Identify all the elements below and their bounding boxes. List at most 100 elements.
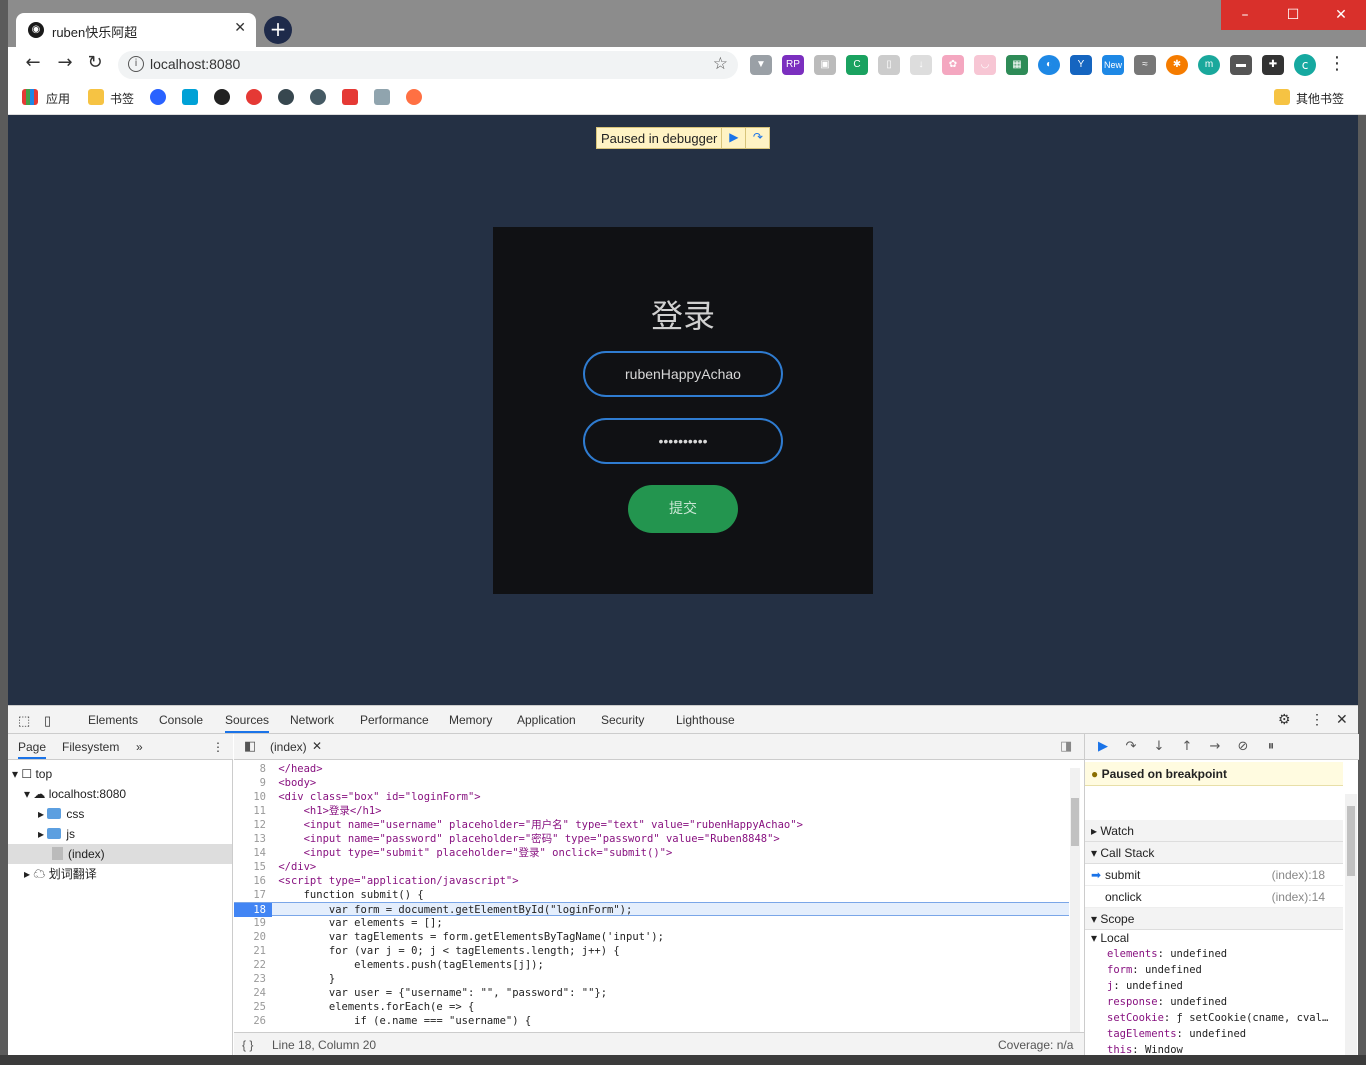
site-icon[interactable] xyxy=(374,89,390,105)
sidebar-scrollbar[interactable] xyxy=(1345,794,1357,1056)
puzzle-icon[interactable]: ✚ xyxy=(1262,55,1284,75)
extension-icon[interactable]: ▯ xyxy=(878,55,900,75)
bilibili-icon[interactable] xyxy=(182,89,198,105)
close-window-icon[interactable]: ✕ xyxy=(1317,0,1365,30)
line-number[interactable]: 20 xyxy=(234,930,272,944)
baidu-paw-icon[interactable] xyxy=(150,89,166,105)
scope-variable[interactable]: response: undefined xyxy=(1107,996,1227,1008)
code-line[interactable]: 22 elements.push(tagElements[j]); xyxy=(234,958,1069,972)
line-number[interactable]: 21 xyxy=(234,944,272,958)
tree-file-index[interactable]: (index) xyxy=(8,844,232,864)
minimize-icon[interactable]: – xyxy=(1221,0,1269,30)
line-number[interactable]: 22 xyxy=(234,958,272,972)
bookmark-folder[interactable]: 书签 xyxy=(110,90,134,107)
browser-menu-icon[interactable]: ⋮ xyxy=(1328,53,1346,74)
extension-icon[interactable]: ▦ xyxy=(1006,55,1028,75)
extension-icon[interactable]: ◡ xyxy=(974,55,996,75)
scrollbar-thumb[interactable] xyxy=(1071,798,1079,846)
code-line[interactable]: 14 <input type="submit" placeholder="登录"… xyxy=(234,846,1069,860)
code-line[interactable]: 24 var user = {"username": "", "password… xyxy=(234,986,1069,1000)
address-bar[interactable]: i localhost:8080 ☆ xyxy=(118,51,738,79)
browser-tab[interactable]: ◉ ruben快乐阿超 ✕ xyxy=(16,13,256,47)
more-tabs-icon[interactable]: » xyxy=(136,740,143,754)
extension-icon[interactable]: ✿ xyxy=(942,55,964,75)
bookmark-apps[interactable]: 应用 xyxy=(46,90,70,107)
line-number[interactable]: 12 xyxy=(234,818,272,832)
line-number[interactable]: 18 xyxy=(234,903,272,917)
new-tab-button[interactable]: + xyxy=(264,16,292,44)
line-number[interactable]: 23 xyxy=(234,972,272,986)
scope-variable[interactable]: j: undefined xyxy=(1107,980,1183,992)
line-number[interactable]: 11 xyxy=(234,804,272,818)
navigator-menu-icon[interactable]: ⋮ xyxy=(212,740,224,754)
tab-network[interactable]: Network xyxy=(290,713,334,727)
tab-page[interactable]: Page xyxy=(18,740,47,759)
step-into-icon[interactable]: ↓ xyxy=(1149,739,1169,754)
extension-new-icon[interactable]: New xyxy=(1102,55,1124,75)
line-number[interactable]: 10 xyxy=(234,790,272,804)
deactivate-breakpoints-icon[interactable]: ⊘ xyxy=(1233,739,1253,754)
code-line[interactable]: 12 <input name="username" placeholder="用… xyxy=(234,818,1069,832)
tab-console[interactable]: Console xyxy=(159,713,203,727)
step-out-icon[interactable]: ↑ xyxy=(1177,739,1197,754)
resume-icon[interactable]: ▶ xyxy=(721,128,745,148)
code-editor[interactable]: 8 </head> 9 <body> 10 <div class="box" id=… xyxy=(234,762,1069,1032)
extension-icon[interactable]: m xyxy=(1198,55,1220,75)
tab-application[interactable]: Application xyxy=(517,713,576,727)
scope-variable[interactable]: form: undefined xyxy=(1107,964,1202,976)
code-line[interactable]: 9 <body> xyxy=(234,776,1069,790)
reload-icon[interactable]: ↻ xyxy=(82,52,108,73)
extension-icon[interactable]: ▼ xyxy=(750,55,772,75)
inspect-icon[interactable]: ⬚ xyxy=(18,713,30,729)
extension-icon[interactable]: Y xyxy=(1070,55,1092,75)
device-toggle-icon[interactable]: ▯ xyxy=(44,713,51,729)
line-number[interactable]: 16 xyxy=(234,874,272,888)
callstack-frame[interactable]: ➡ submit (index):18 xyxy=(1085,864,1343,886)
extension-icon[interactable]: ▬ xyxy=(1230,55,1252,75)
devtools-menu-icon[interactable]: ⋮ xyxy=(1310,711,1324,728)
line-number[interactable]: 17 xyxy=(234,888,272,902)
code-line[interactable]: 15 </div> xyxy=(234,860,1069,874)
extension-icon[interactable]: ✱ xyxy=(1166,55,1188,75)
bookmark-star-icon[interactable]: ☆ xyxy=(713,54,728,74)
step-over-icon[interactable]: ↷ xyxy=(1121,739,1141,754)
breakpoint-line[interactable]: 18 var form = document.getElementById("l… xyxy=(234,902,1069,917)
other-bookmarks[interactable]: 其他书签 xyxy=(1296,90,1344,107)
toggle-navigator-icon[interactable]: ◧ xyxy=(244,739,256,754)
line-number[interactable]: 14 xyxy=(234,846,272,860)
weibo-icon[interactable] xyxy=(246,89,262,105)
settings-gear-icon[interactable]: ⚙ xyxy=(1278,711,1291,728)
pause-on-exceptions-icon[interactable]: ⏸ xyxy=(1261,739,1281,754)
site-icon[interactable] xyxy=(406,89,422,105)
code-line[interactable]: 19 var elements = []; xyxy=(234,916,1069,930)
code-line[interactable]: 26 if (e.name === "username") { xyxy=(234,1014,1069,1028)
line-number[interactable]: 13 xyxy=(234,832,272,846)
tab-performance[interactable]: Performance xyxy=(360,713,429,727)
scope-variable[interactable]: setCookie: ƒ setCookie(cname, cval… xyxy=(1107,1012,1328,1024)
scrollbar-thumb[interactable] xyxy=(1347,806,1355,876)
site-icon[interactable] xyxy=(342,89,358,105)
username-input[interactable]: rubenHappyAchao xyxy=(583,351,783,397)
extension-icon[interactable]: ≈ xyxy=(1134,55,1156,75)
toggle-debugger-icon[interactable]: ◨ xyxy=(1060,739,1072,754)
line-number[interactable]: 26 xyxy=(234,1014,272,1028)
tree-extension[interactable]: ▸ ☁ 划词翻译 xyxy=(24,864,232,884)
close-tab-icon[interactable]: ✕ xyxy=(234,20,246,36)
line-number[interactable]: 19 xyxy=(234,916,272,930)
extension-icon[interactable]: ▣ xyxy=(814,55,836,75)
back-icon[interactable]: ← xyxy=(20,52,46,73)
forward-icon[interactable]: → xyxy=(52,52,78,73)
tab-sources[interactable]: Sources xyxy=(225,713,270,733)
line-number[interactable]: 15 xyxy=(234,860,272,874)
watch-section[interactable]: ▸ Watch xyxy=(1085,820,1343,842)
tab-lighthouse[interactable]: Lighthouse xyxy=(676,713,735,727)
tree-folder-js[interactable]: ▸ js xyxy=(38,824,232,844)
extension-icon[interactable]: C xyxy=(846,55,868,75)
code-line[interactable]: 16 <script type="application/javascript"… xyxy=(234,874,1069,888)
line-number[interactable]: 8 xyxy=(234,762,272,776)
submit-button[interactable]: 提交 xyxy=(628,485,738,533)
password-input[interactable]: •••••••••• xyxy=(583,418,783,464)
callstack-section[interactable]: ▾ Call Stack xyxy=(1085,842,1343,864)
resume-icon[interactable]: ▶ xyxy=(1093,739,1113,754)
line-number[interactable]: 25 xyxy=(234,1000,272,1014)
